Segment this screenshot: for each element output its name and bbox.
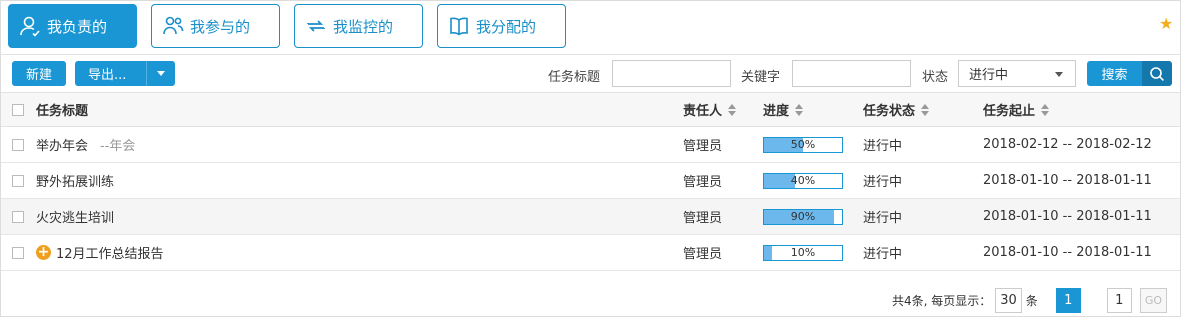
- title-filter-label: 任务标题: [548, 70, 601, 85]
- sort-icon[interactable]: [728, 103, 737, 117]
- page-size-input[interactable]: 30: [995, 288, 1022, 313]
- task-title-cell[interactable]: 野外拓展训练: [36, 163, 114, 198]
- period-cell: 2018-01-10 -- 2018-01-11: [983, 245, 1152, 260]
- progress-bar: 10%: [763, 244, 843, 261]
- keyword-filter-input[interactable]: [792, 60, 911, 87]
- table-header: 任务标题 责任人 进度 任务状态 任务起止: [1, 92, 1180, 127]
- owner-cell: 管理员: [683, 139, 723, 154]
- table-row[interactable]: 举办年会 --年会 管理员 50% 进行中 2018-02-12 -- 2018…: [1, 127, 1180, 163]
- tab-label: 我监控的: [333, 17, 394, 36]
- status-select-value: 进行中: [969, 68, 1009, 83]
- search-icon: [1150, 66, 1164, 81]
- search-button[interactable]: 搜索: [1087, 61, 1142, 86]
- star-icon[interactable]: ★: [1159, 16, 1175, 32]
- divider: [0, 54, 1181, 55]
- task-title-cell[interactable]: 火灾逃生培训: [36, 199, 114, 234]
- user-icon: [19, 15, 41, 37]
- pager-summary: 共4条, 每页显示：: [891, 294, 992, 308]
- owner-cell: 管理员: [683, 175, 723, 190]
- status-cell: 进行中: [863, 211, 903, 226]
- row-checkbox[interactable]: [12, 138, 24, 151]
- tab-my-participating[interactable]: 我参与的: [151, 4, 280, 48]
- task-title[interactable]: 举办年会: [36, 135, 88, 154]
- task-table: 任务标题 责任人 进度 任务状态 任务起止 举办年会 --年会 管理员 50% …: [1, 92, 1180, 271]
- owner-cell: 管理员: [683, 247, 723, 262]
- task-view-tabs: 我负责的 我参与的 我监控的 我分配的: [8, 4, 566, 48]
- row-checkbox[interactable]: [12, 174, 24, 187]
- header-status[interactable]: 任务状态: [863, 93, 930, 126]
- period-cell: 2018-01-10 -- 2018-01-11: [983, 173, 1152, 188]
- sort-icon[interactable]: [1041, 103, 1050, 117]
- tab-label: 我负责的: [47, 17, 108, 36]
- book-icon: [448, 15, 470, 37]
- row-checkbox[interactable]: [12, 246, 24, 259]
- progress-bar: 50%: [763, 136, 843, 153]
- task-title-cell[interactable]: + 12月工作总结报告: [36, 235, 164, 270]
- export-dropdown-button[interactable]: 导出...: [75, 61, 175, 86]
- table-row[interactable]: 火灾逃生培训 管理员 90% 进行中 2018-01-10 -- 2018-01…: [1, 199, 1180, 235]
- chevron-down-icon: [157, 71, 165, 76]
- page-button-current[interactable]: 1: [1055, 288, 1081, 313]
- task-title[interactable]: 12月工作总结报告: [56, 243, 164, 262]
- progress-cell: 10%: [763, 235, 843, 270]
- owner-cell: 管理员: [683, 211, 723, 226]
- sort-icon[interactable]: [921, 103, 930, 117]
- add-subtask-icon[interactable]: +: [36, 245, 51, 260]
- progress-text: 90%: [790, 210, 816, 223]
- progress-text: 50%: [790, 138, 816, 151]
- status-filter-select[interactable]: 进行中: [958, 60, 1076, 87]
- task-title-cell[interactable]: 举办年会 --年会: [36, 127, 135, 162]
- select-all-checkbox[interactable]: [12, 103, 24, 116]
- progress-text: 10%: [790, 246, 816, 259]
- go-button[interactable]: GO: [1139, 288, 1167, 313]
- table-row[interactable]: 野外拓展训练 管理员 40% 进行中 2018-01-10 -- 2018-01…: [1, 163, 1180, 199]
- status-filter-label: 状态: [922, 70, 949, 85]
- chevron-down-icon: [1055, 72, 1063, 77]
- tab-my-assigned[interactable]: 我分配的: [437, 4, 566, 48]
- sort-icon[interactable]: [795, 103, 804, 117]
- status-cell: 进行中: [863, 139, 903, 154]
- export-divider: [146, 61, 147, 86]
- status-cell: 进行中: [863, 247, 903, 262]
- task-subtitle: --年会: [100, 139, 136, 154]
- progress-cell: 90%: [763, 199, 843, 234]
- new-button[interactable]: 新建: [12, 61, 66, 86]
- progress-bar: 90%: [763, 208, 843, 225]
- tab-label: 我分配的: [476, 17, 537, 36]
- progress-cell: 50%: [763, 127, 843, 162]
- search-icon-button[interactable]: [1142, 61, 1172, 86]
- header-title: 任务标题: [36, 104, 89, 119]
- header-owner[interactable]: 责任人: [683, 93, 737, 126]
- keyword-filter-label: 关键字: [741, 70, 781, 85]
- status-cell: 进行中: [863, 175, 903, 190]
- progress-text: 40%: [790, 174, 816, 187]
- row-checkbox[interactable]: [12, 210, 24, 223]
- task-title[interactable]: 野外拓展训练: [36, 171, 114, 190]
- period-cell: 2018-01-10 -- 2018-01-11: [983, 209, 1152, 224]
- export-label: 导出...: [88, 68, 127, 83]
- progress-bar: 40%: [763, 172, 843, 189]
- pagination: 共4条, 每页显示： 30 条 1 1 GO: [892, 288, 1171, 313]
- tab-label: 我参与的: [190, 17, 251, 36]
- page-jump-input[interactable]: 1: [1106, 288, 1132, 313]
- header-period[interactable]: 任务起止: [983, 93, 1050, 126]
- progress-cell: 40%: [763, 163, 843, 198]
- header-progress[interactable]: 进度: [763, 93, 804, 126]
- task-title[interactable]: 火灾逃生培训: [36, 207, 114, 226]
- sync-icon: [305, 15, 327, 37]
- tab-my-monitoring[interactable]: 我监控的: [294, 4, 423, 48]
- table-row[interactable]: + 12月工作总结报告 管理员 10% 进行中 2018-01-10 -- 20…: [1, 235, 1180, 271]
- title-filter-input[interactable]: [612, 60, 731, 87]
- tab-my-responsible[interactable]: 我负责的: [8, 4, 137, 48]
- pager-unit: 条: [1025, 294, 1038, 308]
- period-cell: 2018-02-12 -- 2018-02-12: [983, 137, 1152, 152]
- team-icon: [162, 15, 184, 37]
